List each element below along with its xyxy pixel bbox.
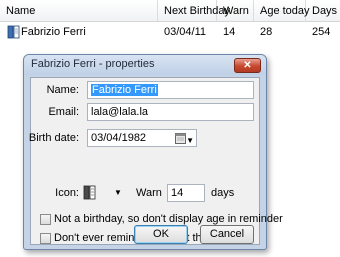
column-header-name[interactable]: Name (0, 0, 158, 22)
birth-date-value: 03/04/1982 (91, 132, 147, 144)
column-header-warn[interactable]: Warn (217, 0, 254, 22)
close-button[interactable]: ✕ (234, 58, 261, 73)
days-label: days (211, 187, 235, 199)
dialog-body: Name: Fabrizio Ferri Email: lala@lala.la… (28, 77, 283, 245)
birth-date-label: Birth date: (28, 132, 79, 144)
column-header-next-birthday[interactable]: Next Birthday (158, 0, 230, 22)
chevron-down-icon[interactable]: ▼ (114, 188, 122, 197)
row-name: Fabrizio Ferri (21, 26, 86, 38)
no-age-checkbox-label[interactable]: Not a birthday, so don't display age in … (54, 213, 283, 225)
birth-date-picker[interactable]: 03/04/1982 ▼ (87, 129, 197, 147)
properties-dialog: Fabrizio Ferri - properties ✕ Name: Fabr… (23, 54, 283, 250)
book-icon (83, 185, 96, 200)
warn-label: Warn (136, 187, 162, 199)
row-age-today: 28 (260, 26, 273, 38)
no-age-checkbox[interactable] (40, 214, 51, 225)
calendar-icon[interactable] (175, 132, 186, 144)
column-header-days[interactable]: Days (306, 0, 340, 22)
ok-button[interactable]: OK (134, 225, 188, 244)
chevron-down-icon[interactable]: ▼ (186, 133, 194, 149)
name-field[interactable]: Fabrizio Ferri (87, 81, 254, 99)
dialog-titlebar[interactable]: Fabrizio Ferri - properties ✕ (24, 55, 266, 75)
name-label: Name: (46, 84, 79, 96)
dialog-title: Fabrizio Ferri - properties (31, 58, 155, 70)
warn-days-field[interactable]: 14 (167, 184, 205, 202)
icon-label: Icon: (55, 187, 79, 199)
row-days: 254 (312, 26, 331, 38)
name-field-value: Fabrizio Ferri (91, 84, 158, 96)
row-warn: 14 (223, 26, 236, 38)
close-icon: ✕ (243, 60, 252, 71)
cancel-button[interactable]: Cancel (200, 225, 254, 244)
email-label: Email: (48, 106, 79, 118)
row-next-birthday: 03/04/11 (164, 26, 207, 38)
icon-select[interactable]: ▼ (81, 184, 126, 202)
column-header-age-today[interactable]: Age today (254, 0, 310, 22)
never-remind-checkbox[interactable] (40, 233, 51, 244)
email-field[interactable]: lala@lala.la (87, 103, 254, 121)
list-item[interactable]: Fabrizio Ferri 03/04/11 14 28 254 (0, 23, 340, 41)
list-header: Name Next Birthday Warn Age today Days (0, 0, 340, 22)
